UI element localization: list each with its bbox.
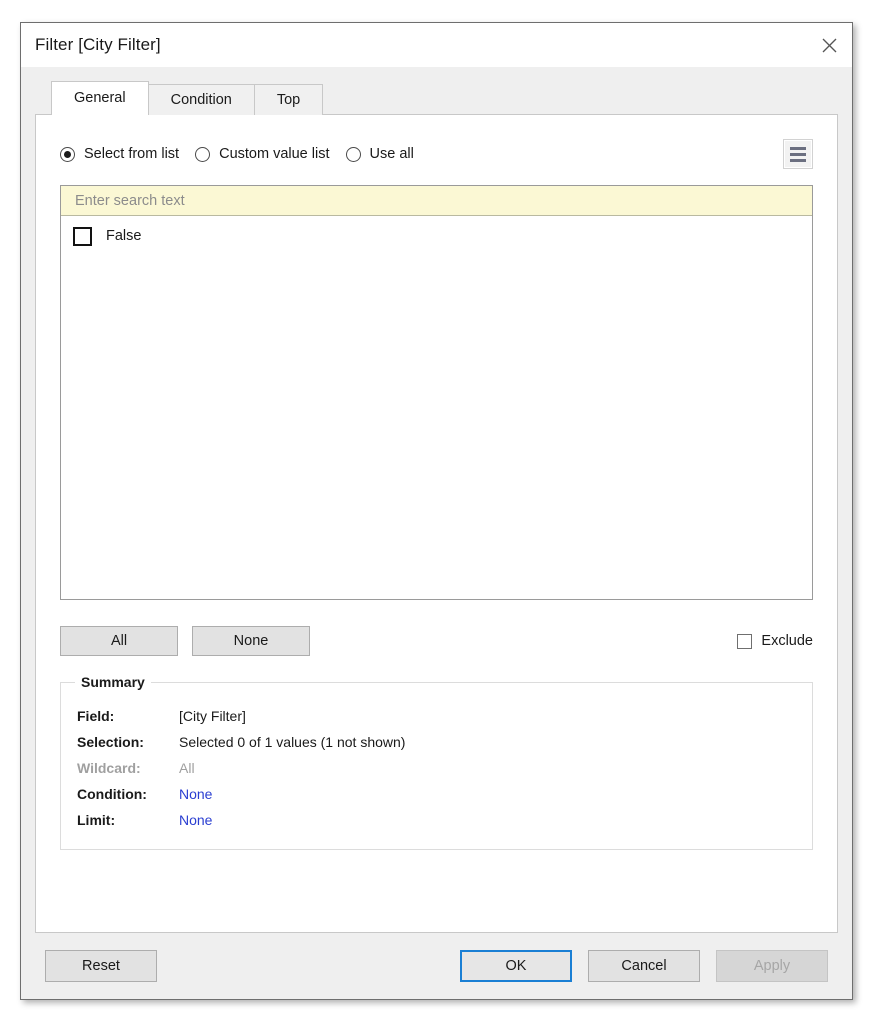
hamburger-menu-icon[interactable] bbox=[783, 139, 813, 169]
tab-condition[interactable]: Condition bbox=[147, 84, 255, 115]
summary-value: All bbox=[179, 760, 195, 776]
summary-key: Condition: bbox=[77, 786, 147, 802]
tab-general[interactable]: General bbox=[51, 81, 149, 115]
radio-custom-value-list[interactable]: Custom value list bbox=[195, 146, 330, 162]
summary-legend: Summary bbox=[75, 674, 151, 690]
filter-mode-radio-group: Select from list Custom value list Use a… bbox=[60, 139, 813, 169]
screen: Filter [City Filter] General Condition T… bbox=[0, 0, 875, 1024]
tab-strip: General Condition Top bbox=[51, 81, 838, 115]
checkbox-icon[interactable] bbox=[73, 226, 92, 246]
filter-dialog: Filter [City Filter] General Condition T… bbox=[20, 22, 853, 1000]
summary-table: Field: [City Filter] Selection: Selected… bbox=[77, 703, 405, 833]
reset-button[interactable]: Reset bbox=[45, 950, 157, 982]
apply-button: Apply bbox=[716, 950, 828, 982]
summary-key: Selection: bbox=[77, 734, 144, 750]
tab-panel-general: Select from list Custom value list Use a… bbox=[35, 114, 838, 933]
radio-use-all[interactable]: Use all bbox=[345, 146, 414, 162]
hamburger-bar bbox=[790, 146, 806, 150]
summary-value-link[interactable]: None bbox=[179, 781, 405, 807]
exclude-checkbox[interactable]: Exclude bbox=[737, 633, 813, 649]
selection-actions-row: All None Exclude bbox=[60, 626, 813, 656]
summary-row-field: Field: [City Filter] bbox=[77, 703, 405, 729]
summary-group: Summary Field: [City Filter] Selection: … bbox=[60, 674, 813, 850]
all-button[interactable]: All bbox=[60, 626, 178, 656]
radio-select-from-list-label: Select from list bbox=[84, 146, 180, 162]
summary-value-link[interactable]: None bbox=[179, 807, 405, 833]
dialog-title: Filter [City Filter] bbox=[35, 35, 161, 54]
cancel-button[interactable]: Cancel bbox=[588, 950, 700, 982]
values-listbox: False bbox=[60, 185, 813, 600]
list-item-label: False bbox=[106, 228, 142, 244]
dialog-titlebar: Filter [City Filter] bbox=[21, 23, 852, 67]
dialog-footer: Reset OK Cancel Apply bbox=[21, 933, 852, 999]
summary-value: [City Filter] bbox=[179, 708, 246, 724]
hamburger-bar bbox=[790, 158, 806, 162]
summary-row-selection: Selection: Selected 0 of 1 values (1 not… bbox=[77, 729, 405, 755]
checkbox-icon bbox=[737, 633, 753, 649]
summary-row-wildcard: Wildcard: All bbox=[77, 755, 405, 781]
summary-row-limit: Limit: None bbox=[77, 807, 405, 833]
summary-key: Limit: bbox=[77, 812, 116, 828]
hamburger-bar bbox=[790, 152, 806, 156]
exclude-label: Exclude bbox=[761, 633, 813, 649]
radio-mark-icon bbox=[345, 146, 361, 162]
summary-value: Selected 0 of 1 values (1 not shown) bbox=[179, 734, 406, 750]
dialog-body: General Condition Top Select from list C… bbox=[21, 67, 852, 933]
radio-mark-icon bbox=[60, 146, 75, 162]
list-item[interactable]: False bbox=[61, 222, 812, 250]
search-bar bbox=[61, 186, 812, 216]
values-list[interactable]: False bbox=[61, 216, 812, 599]
summary-key: Wildcard: bbox=[77, 760, 141, 776]
tab-top[interactable]: Top bbox=[253, 84, 324, 115]
summary-key: Field: bbox=[77, 708, 115, 724]
radio-select-from-list[interactable]: Select from list bbox=[60, 146, 179, 162]
radio-mark-icon bbox=[195, 146, 211, 162]
summary-row-condition: Condition: None bbox=[77, 781, 405, 807]
search-input[interactable] bbox=[73, 191, 800, 210]
none-button[interactable]: None bbox=[192, 626, 310, 656]
radio-custom-value-list-label: Custom value list bbox=[219, 146, 330, 162]
ok-button[interactable]: OK bbox=[460, 950, 572, 982]
radio-use-all-label: Use all bbox=[369, 146, 414, 162]
close-icon[interactable] bbox=[806, 23, 852, 67]
